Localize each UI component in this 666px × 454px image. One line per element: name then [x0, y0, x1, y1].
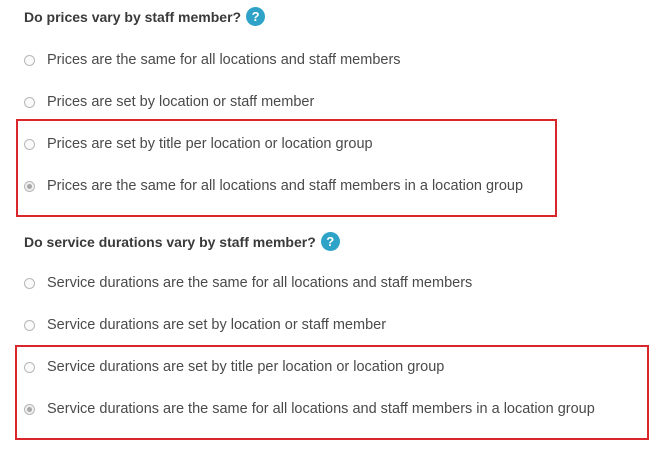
prices-question-title: Do prices vary by staff member? ?	[24, 7, 266, 26]
durations-option-same-all[interactable]: Service durations are the same for all l…	[24, 275, 472, 291]
prices-question-label: Do prices vary by staff member?	[24, 8, 242, 25]
radio-button[interactable]	[24, 54, 35, 66]
prices-option-same-all[interactable]: Prices are the same for all locations an…	[24, 52, 401, 68]
prices-highlight-box	[16, 119, 557, 217]
option-label: Service durations are the same for all l…	[47, 275, 473, 291]
radio-button[interactable]	[24, 277, 35, 289]
radio-button[interactable]	[24, 319, 35, 331]
question-mark-icon[interactable]: ?	[320, 232, 340, 251]
option-label: Prices are the same for all locations an…	[47, 52, 401, 68]
prices-option-by-location-or-staff[interactable]: Prices are set by location or staff memb…	[24, 94, 314, 110]
durations-highlight-box	[15, 345, 649, 440]
option-label: Service durations are set by location or…	[47, 317, 387, 333]
question-mark-icon[interactable]: ?	[246, 7, 266, 26]
durations-question-title: Do service durations vary by staff membe…	[24, 232, 340, 251]
durations-option-by-location-or-staff[interactable]: Service durations are set by location or…	[24, 317, 386, 333]
option-label: Prices are set by location or staff memb…	[47, 94, 315, 110]
durations-question-label: Do service durations vary by staff membe…	[24, 233, 316, 250]
radio-button[interactable]	[24, 96, 35, 108]
